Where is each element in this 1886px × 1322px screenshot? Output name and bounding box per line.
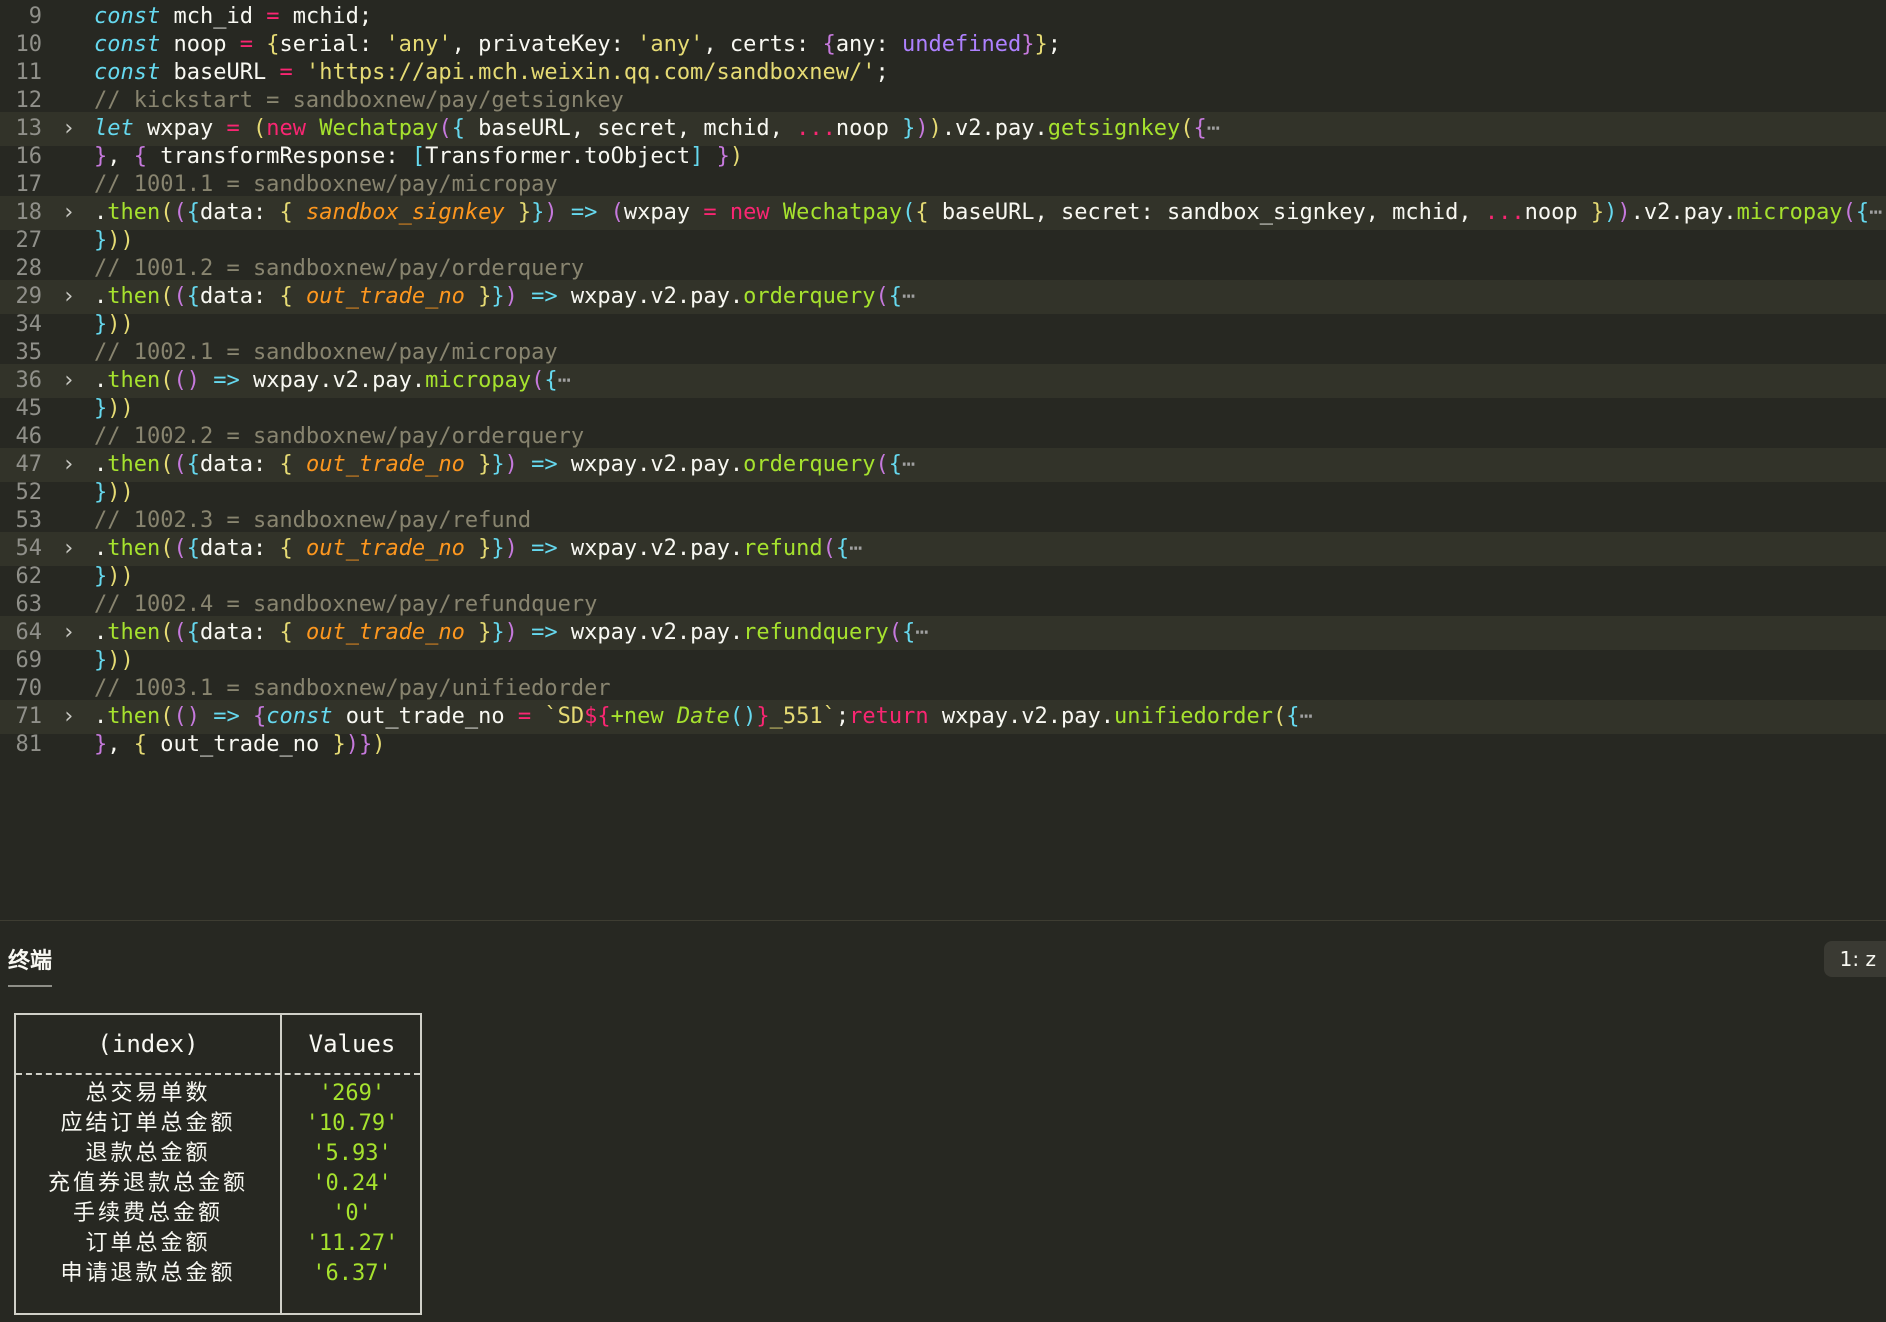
row-index: 申请退款总金额 [60,1261,236,1286]
terminal-select[interactable]: 1: z [1823,941,1886,977]
row-index: 总交易单数 [85,1081,211,1106]
folded-ellipsis: ⋯ [915,620,929,645]
code-text: }, { out_trade_no })}) [94,732,386,757]
code-line[interactable]: 81 }, { out_trade_no })}) [0,728,1886,762]
code-editor[interactable]: 9 const mch_id = mchid; 10 const noop = {s… [0,0,1886,920]
row-value: '6.37' [312,1261,392,1286]
folded-ellipsis: ⋯ [1299,704,1313,729]
row-index: 充值券退款总金额 [47,1171,248,1196]
table-row: 手续费总金额 '0' [16,1199,420,1229]
table-row: 充值券退款总金额 '0.24' [16,1169,420,1199]
line-number: 81 [15,732,43,757]
table-header-index: (index) [97,1030,199,1058]
folded-ellipsis: ⋯ [1206,116,1220,141]
row-value: '10.79' [305,1111,399,1136]
row-value: '269' [318,1081,386,1106]
folded-ellipsis: ⋯ [1869,200,1883,225]
table-header-values: Values [308,1030,396,1058]
row-value: '0' [332,1201,372,1226]
table-header-divider [16,1073,420,1075]
console-table: (index) Values 总交易单数 '269' 应结订单总金额 '10.79'… [14,1013,422,1315]
table-row: 总交易单数 '269' [16,1079,420,1109]
row-value: '11.27' [305,1231,399,1256]
folded-ellipsis: ⋯ [557,368,571,393]
row-value: '5.93' [312,1141,392,1166]
table-row: 退款总金额 '5.93' [16,1139,420,1169]
row-index: 手续费总金额 [72,1201,223,1226]
row-index: 应结订单总金额 [60,1111,236,1136]
row-index: 退款总金额 [85,1141,211,1166]
table-row: 订单总金额 '11.27' [16,1229,420,1259]
table-row: 申请退款总金额 '6.37' [16,1259,420,1289]
folded-ellipsis: ⋯ [849,536,863,561]
row-index: 订单总金额 [85,1231,211,1256]
row-value: '0.24' [312,1171,392,1196]
folded-ellipsis: ⋯ [902,452,916,477]
folded-ellipsis: ⋯ [902,284,916,309]
tab-terminal[interactable]: 终端 [8,943,53,987]
table-row: 应结订单总金额 '10.79' [16,1109,420,1139]
terminal-panel: 终端 1: z (index) Values 总交易单数 '269' 应结订单总金… [0,921,1886,1322]
